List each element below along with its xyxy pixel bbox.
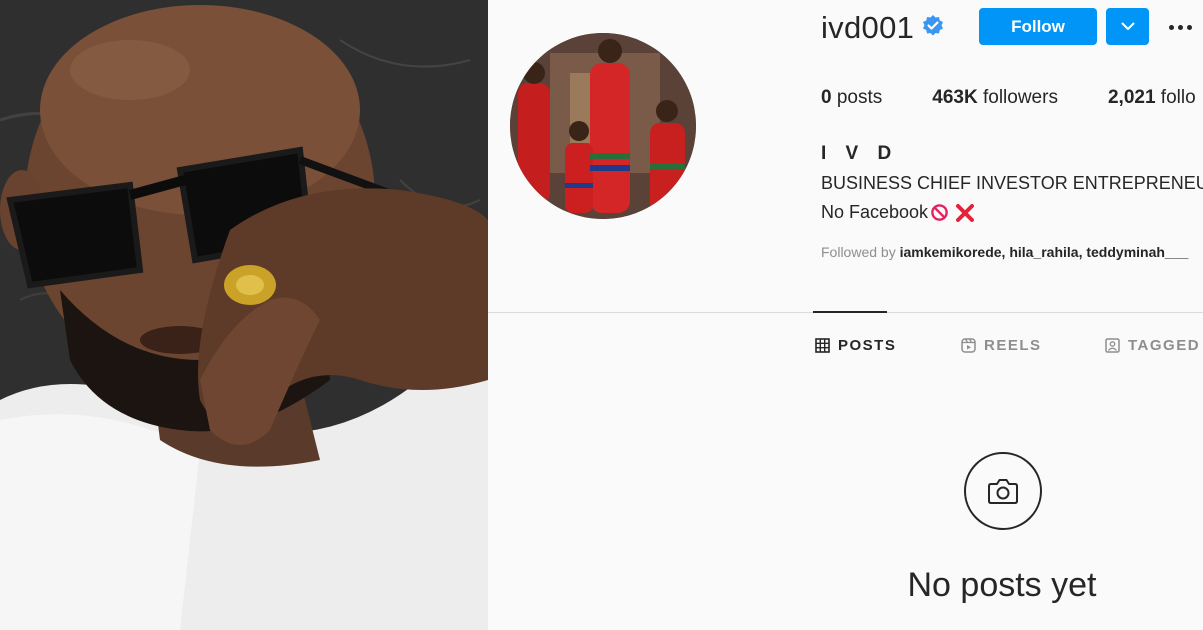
suggested-accounts-dropdown-button[interactable]: [1106, 8, 1149, 45]
reels-icon: [961, 338, 976, 353]
empty-state-camera: [964, 452, 1042, 530]
followed-by-users: iamkemikorede, hila_rahila, teddyminah__…: [899, 244, 1189, 260]
empty-state-text: No posts yet: [907, 566, 1097, 604]
grid-icon: [815, 338, 830, 353]
instagram-profile: ivd001 Follow 0 posts 463K followers 2,0…: [488, 0, 1203, 630]
profile-photo-left: [0, 0, 488, 630]
followed-by-prefix: Followed by: [821, 244, 896, 260]
followers-stat[interactable]: 463K followers: [932, 87, 1058, 109]
followers-count: 463K: [932, 87, 978, 108]
more-dot-icon: [1178, 24, 1183, 30]
cross-mark-icon: [956, 203, 975, 222]
follow-button[interactable]: Follow: [979, 8, 1097, 45]
chevron-down-icon: [1121, 22, 1134, 30]
active-tab-indicator: [813, 311, 887, 313]
posts-stat: 0 posts: [821, 87, 882, 109]
bio-line-1: BUSINESS CHIEF INVESTOR ENTREPRENEUR: [821, 173, 1203, 193]
verified-badge-icon: [921, 14, 945, 38]
followers-label: followers: [982, 87, 1058, 108]
bio-line-2: No Facebook: [821, 202, 975, 223]
tab-posts[interactable]: POSTS: [815, 337, 896, 354]
more-dot-icon: [1169, 24, 1174, 30]
tagged-icon: [1105, 338, 1120, 353]
following-label: follo: [1160, 87, 1196, 108]
profile-username: ivd001: [821, 10, 915, 45]
prohibited-icon: [931, 204, 948, 221]
tab-tagged[interactable]: TAGGED: [1105, 337, 1200, 354]
profile-display-name: I V D: [821, 143, 899, 164]
following-stat[interactable]: 2,021 follo: [1108, 87, 1196, 109]
camera-icon: [988, 479, 1018, 504]
tab-reels-label: REELS: [984, 337, 1042, 354]
posts-count: 0: [821, 87, 832, 108]
tab-reels[interactable]: REELS: [961, 337, 1042, 354]
followed-by-text[interactable]: Followed by iamkemikorede, hila_rahila, …: [821, 244, 1188, 260]
more-options-button[interactable]: [1169, 12, 1203, 42]
profile-stats: 0 posts 463K followers 2,021 follo: [821, 87, 1203, 109]
following-count: 2,021: [1107, 87, 1156, 108]
bio-line-2-text: No Facebook: [821, 202, 929, 222]
more-dot-icon: [1187, 24, 1192, 30]
family-photo-image: [510, 33, 696, 219]
tab-tagged-label: TAGGED: [1128, 337, 1201, 354]
tab-posts-label: POSTS: [838, 337, 897, 354]
man-with-sunglasses-image: [0, 0, 488, 630]
posts-label: posts: [836, 87, 883, 108]
profile-avatar[interactable]: [510, 33, 696, 219]
